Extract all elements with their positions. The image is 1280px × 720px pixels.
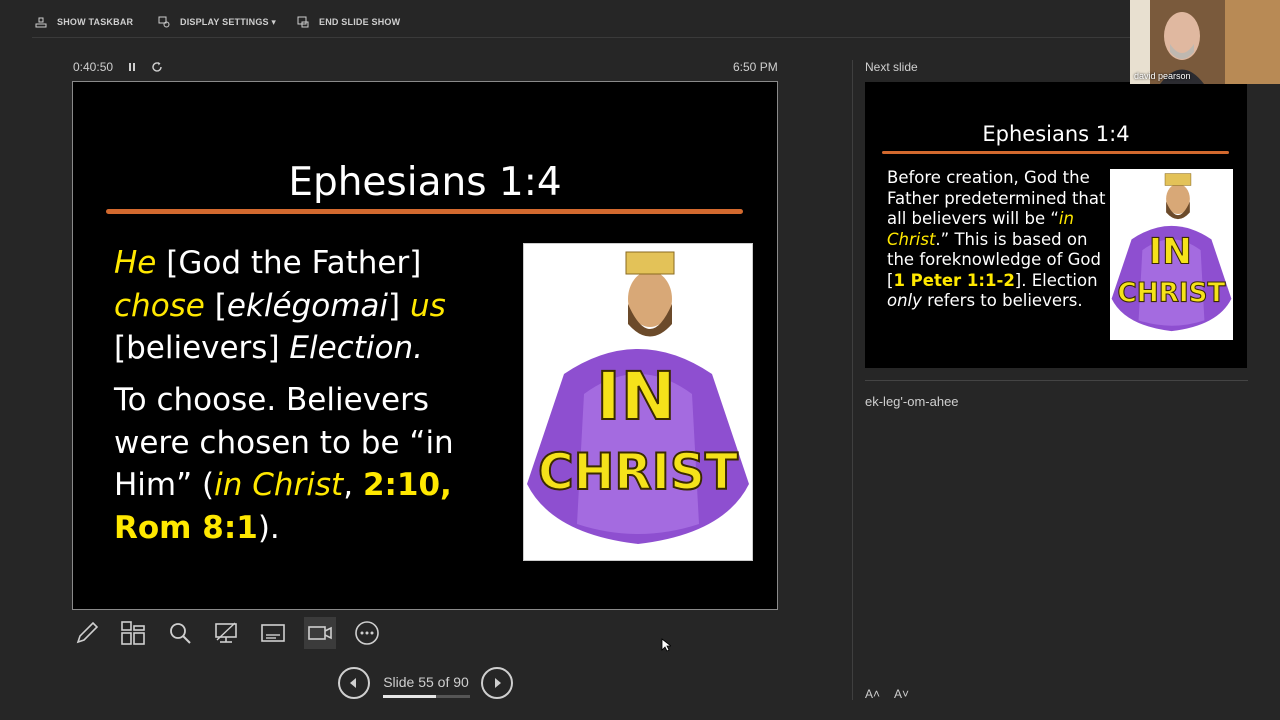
next-arrow-icon bbox=[495, 678, 501, 688]
video-camera-icon bbox=[308, 626, 332, 640]
next-image-text-in: IN bbox=[1149, 232, 1192, 273]
elapsed-time: 0:40:50 bbox=[73, 60, 114, 74]
screen-slash-icon bbox=[215, 622, 237, 643]
toolbar-divider bbox=[32, 37, 1130, 38]
slide-counter[interactable]: Slide 55 of 90 bbox=[380, 674, 472, 690]
slide-progress-bar bbox=[383, 695, 470, 698]
text-bracket-close: ] bbox=[388, 287, 410, 324]
text-god-the-father: [God the Father] bbox=[156, 245, 422, 281]
next-slide-label: Next slide bbox=[865, 60, 918, 74]
show-taskbar-button[interactable]: SHOW TASKBAR bbox=[35, 14, 133, 30]
current-slide[interactable]: Ephesians 1:4 He [God the Father] chose … bbox=[72, 81, 778, 610]
mouse-cursor-icon bbox=[661, 638, 671, 652]
increase-font-button[interactable]: A˄ bbox=[865, 687, 880, 701]
text-bracket-open: [ bbox=[204, 287, 227, 324]
show-taskbar-label: SHOW TASKBAR bbox=[57, 17, 134, 27]
clock-time: 6:50 PM bbox=[733, 60, 778, 74]
next-slide-preview[interactable]: Ephesians 1:4 Before creation, God the F… bbox=[865, 82, 1247, 368]
see-all-slides-button[interactable] bbox=[117, 617, 149, 649]
end-slide-show-button[interactable]: END SLIDE SHOW bbox=[297, 14, 400, 30]
participant-name: david pearson bbox=[1134, 71, 1191, 81]
text-he: He bbox=[114, 245, 157, 281]
display-settings-button[interactable]: DISPLAY SETTINGS ▾ bbox=[158, 14, 276, 30]
subtitles-icon bbox=[261, 624, 285, 642]
zoom-button[interactable] bbox=[164, 617, 196, 649]
subtitles-button[interactable] bbox=[257, 617, 289, 649]
image-text-christ: CHRIST bbox=[538, 443, 738, 501]
display-settings-icon bbox=[158, 16, 170, 28]
next-title-underline bbox=[882, 151, 1229, 154]
decrease-font-button[interactable]: A˅ bbox=[894, 687, 909, 701]
end-show-icon bbox=[297, 16, 309, 28]
text-comma: , bbox=[343, 467, 363, 503]
notes-divider[interactable] bbox=[865, 380, 1248, 381]
black-screen-button[interactable] bbox=[210, 617, 242, 649]
next-body-text-3: ]. Election bbox=[1014, 270, 1098, 290]
more-options-button[interactable] bbox=[351, 617, 383, 649]
pen-icon bbox=[76, 621, 99, 644]
text-close-paren: ). bbox=[257, 509, 280, 546]
previous-arrow-icon bbox=[350, 678, 356, 688]
end-slide-show-label: END SLIDE SHOW bbox=[319, 17, 401, 27]
text-believers: [believers] bbox=[114, 330, 290, 366]
display-settings-label: DISPLAY SETTINGS ▾ bbox=[180, 16, 277, 27]
text-chose: chose bbox=[114, 287, 205, 324]
next-body-text-4: refers to believers. bbox=[921, 291, 1083, 310]
previous-slide-button[interactable] bbox=[338, 667, 370, 699]
next-body-reference: 1 Peter 1:1-2 bbox=[893, 270, 1015, 290]
text-election: Election. bbox=[289, 330, 423, 366]
next-slide-button[interactable] bbox=[481, 667, 513, 699]
pane-divider[interactable] bbox=[852, 60, 853, 700]
camera-toggle-button[interactable] bbox=[304, 617, 336, 649]
text-eklegomai: eklégomai bbox=[226, 287, 389, 324]
slide-body-paragraph-2: To choose. Believers were chosen to be “… bbox=[114, 379, 514, 549]
next-slide-body: Before creation, God the Father predeter… bbox=[887, 168, 1109, 312]
slide-title: Ephesians 1:4 bbox=[288, 160, 562, 205]
pen-tool-button[interactable] bbox=[71, 617, 103, 649]
pause-icon[interactable] bbox=[127, 62, 137, 72]
slide-progress-fill bbox=[383, 695, 437, 698]
timer: 0:40:50 bbox=[73, 60, 163, 74]
slide-body-paragraph-1: He [God the Father] chose [eklégomai] us… bbox=[114, 242, 514, 370]
slides-grid-icon bbox=[121, 621, 145, 645]
in-christ-illustration: IN CHRIST bbox=[523, 243, 753, 561]
taskbar-icon bbox=[35, 17, 47, 28]
image-text-in: IN bbox=[596, 358, 676, 435]
speaker-notes[interactable]: ek-leg'-om-ahee bbox=[865, 394, 959, 409]
next-body-only: only bbox=[887, 291, 922, 310]
next-in-christ-illustration: IN CHRIST bbox=[1110, 169, 1233, 340]
magnifier-icon bbox=[170, 623, 191, 644]
more-icon bbox=[355, 621, 379, 645]
next-slide-title: Ephesians 1:4 bbox=[982, 122, 1130, 146]
next-image-text-christ: CHRIST bbox=[1118, 277, 1226, 308]
title-underline bbox=[106, 209, 743, 214]
text-in-christ: in Christ bbox=[214, 467, 344, 503]
restart-icon[interactable] bbox=[151, 61, 163, 73]
text-us: us bbox=[409, 287, 446, 324]
